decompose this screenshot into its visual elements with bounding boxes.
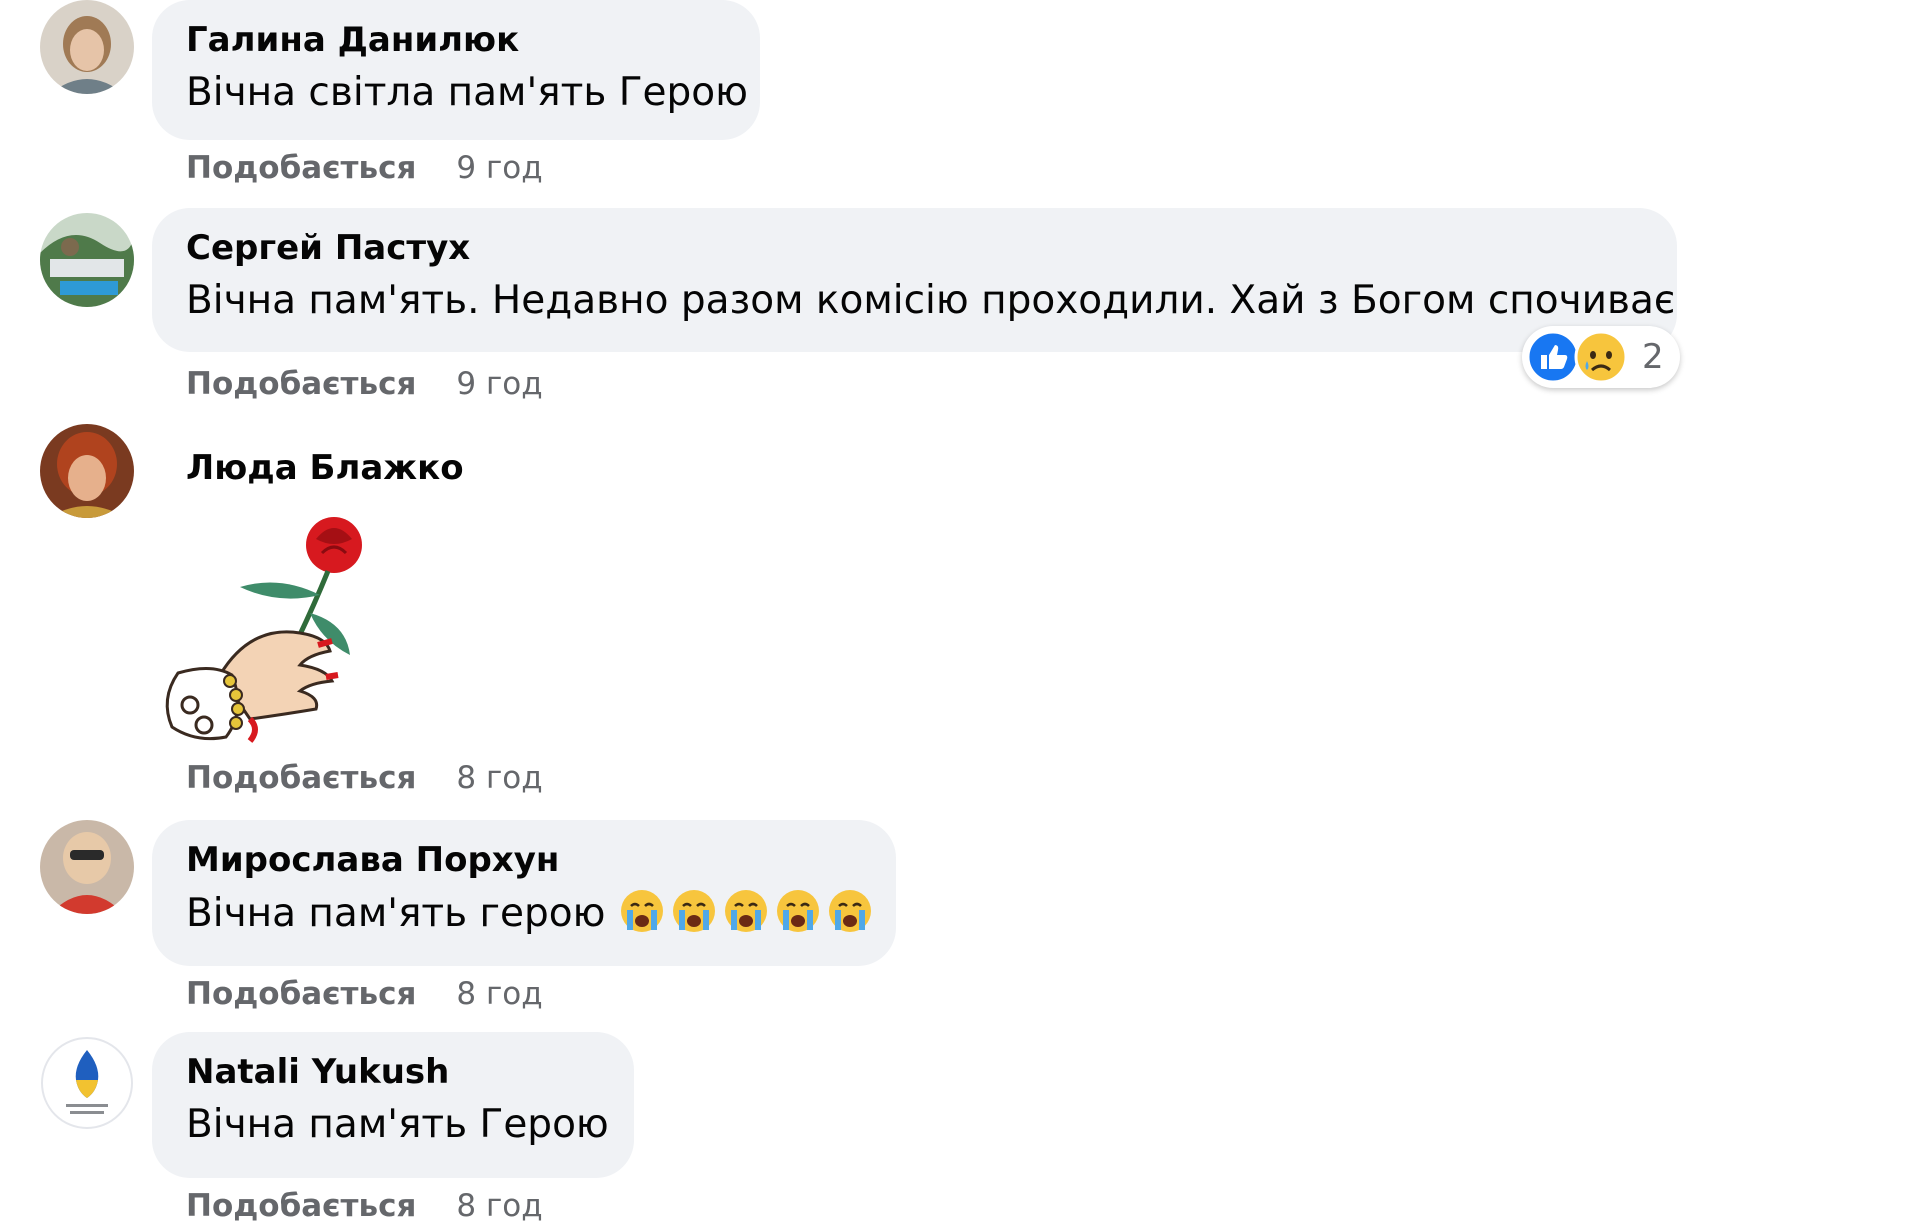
crying-face-icon <box>777 890 820 932</box>
crying-face-icon <box>725 890 768 932</box>
comment-bubble: Сергей Пастух Вічна пам'ять. Недавно раз… <box>152 208 1677 352</box>
comment-actions: Подобається 8 год <box>186 976 543 1012</box>
comment-author[interactable]: Люда Блажко <box>186 448 464 488</box>
comment-timestamp[interactable]: 9 год <box>456 150 542 186</box>
avatar[interactable] <box>40 424 134 518</box>
sad-reaction-icon <box>1574 330 1628 384</box>
like-button[interactable]: Подобається <box>186 1188 416 1224</box>
comment-text: Вічна пам'ять Герою <box>186 1102 609 1147</box>
comment-actions: Подобається 9 год <box>186 150 543 186</box>
comment-text: Вічна пам'ять. Недавно разом комісію про… <box>186 278 1676 323</box>
comment-timestamp[interactable]: 8 год <box>456 760 542 796</box>
avatar[interactable] <box>40 213 134 307</box>
like-button[interactable]: Подобається <box>186 366 416 402</box>
rose-in-hand-sticker[interactable] <box>150 505 380 745</box>
crying-face-icon <box>673 890 716 932</box>
comment-text-body: Вічна пам'ять герою <box>186 891 606 936</box>
comment-timestamp[interactable]: 8 год <box>456 976 542 1012</box>
crying-face-icon <box>621 890 664 932</box>
comment-timestamp[interactable]: 9 год <box>456 366 542 402</box>
like-reaction-icon <box>1526 330 1580 384</box>
comment-actions: Подобається 8 год <box>186 760 543 796</box>
comment-actions: Подобається 8 год <box>186 1188 543 1224</box>
avatar[interactable] <box>40 1036 134 1130</box>
reactions-summary[interactable]: 2 <box>1522 326 1680 388</box>
avatar[interactable] <box>40 0 134 94</box>
comment-author[interactable]: Natali Yukush <box>186 1052 600 1092</box>
comment-author[interactable]: Мирослава Порхун <box>186 840 862 880</box>
like-button[interactable]: Подобається <box>186 760 416 796</box>
like-button[interactable]: Подобається <box>186 150 416 186</box>
like-button[interactable]: Подобається <box>186 976 416 1012</box>
comment-actions: Подобається 9 год <box>186 366 543 402</box>
comment-timestamp[interactable]: 8 год <box>456 1188 542 1224</box>
comment-bubble: Мирослава Порхун Вічна пам'ять герою <box>152 820 896 966</box>
comment-bubble: Галина Данилюк Вічна світла пам'ять Геро… <box>152 0 760 140</box>
comment-text: Вічна світла пам'ять Герою <box>186 70 748 115</box>
reaction-count: 2 <box>1642 337 1664 377</box>
comment-bubble: Natali Yukush Вічна пам'ять Герою <box>152 1032 634 1178</box>
comment-author[interactable]: Сергей Пастух <box>186 228 1643 268</box>
comment-author[interactable]: Галина Данилюк <box>186 20 726 60</box>
comment-text: Вічна пам'ять герою <box>186 888 872 939</box>
crying-face-icon <box>829 890 872 932</box>
avatar[interactable] <box>40 820 134 914</box>
